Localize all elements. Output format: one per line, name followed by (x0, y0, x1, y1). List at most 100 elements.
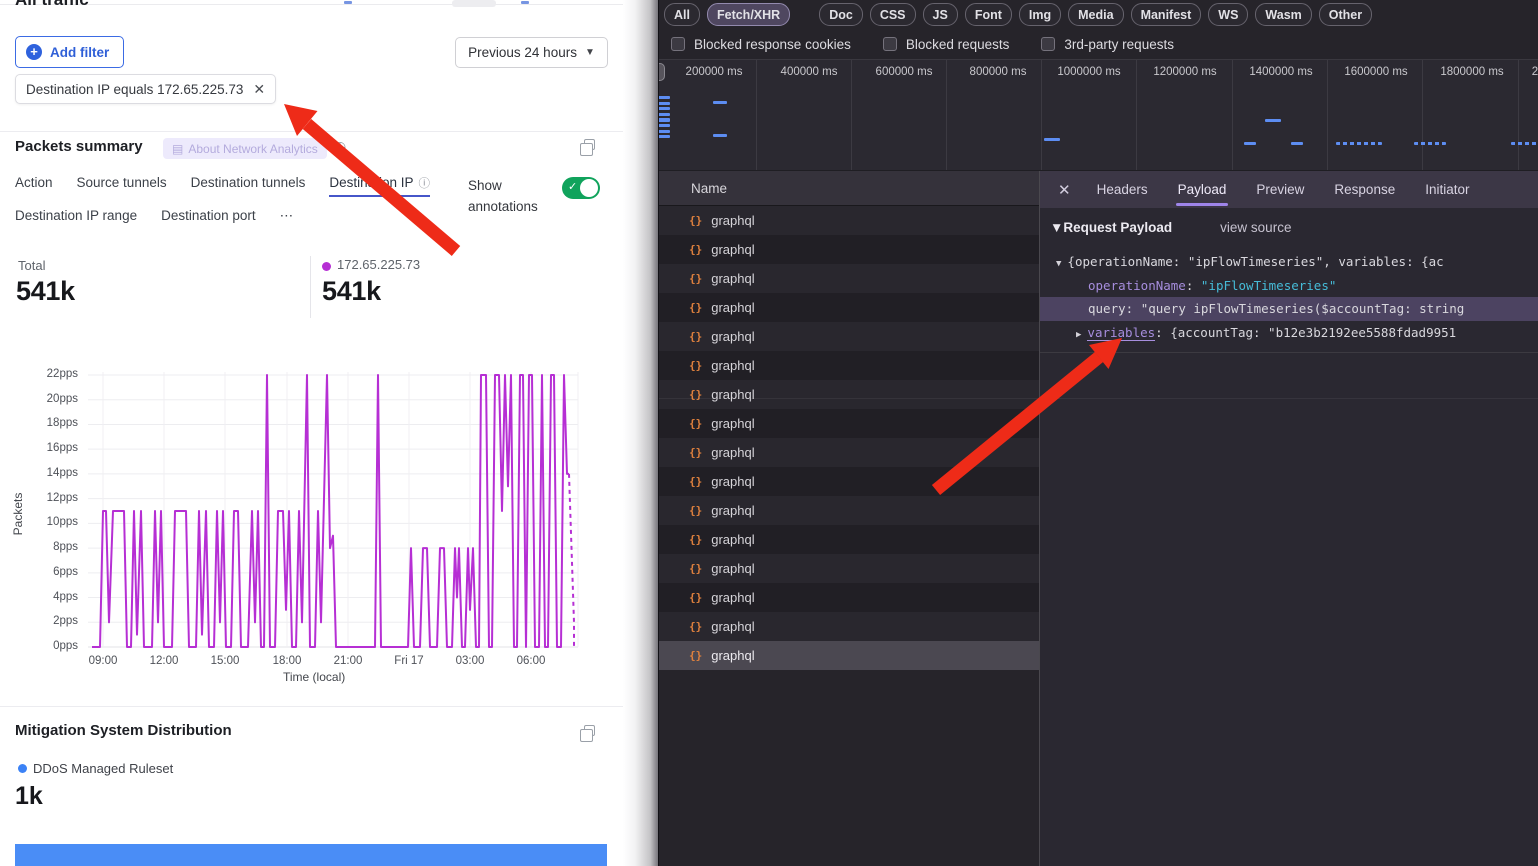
packets-summary-title: Packets summary (15, 138, 143, 155)
tab--[interactable]: ⋯ (280, 208, 294, 230)
request-row[interactable]: {}graphql (659, 583, 1039, 612)
timeline-gridline (1518, 60, 1519, 170)
filter-pill-js[interactable]: JS (923, 3, 958, 26)
detail-tabbar: ✕ Headers Payload Preview Response Initiator (1040, 171, 1538, 208)
checkbox-item: 3rd-party requests (1041, 37, 1174, 52)
detail-tab-initiator[interactable]: Initiator (1423, 173, 1471, 206)
collapse-arrow-icon[interactable]: ▼ (1056, 259, 1061, 269)
expand-card-icon[interactable] (584, 139, 595, 150)
clock-icon[interactable]: ◷ (334, 138, 346, 155)
x-tick-label: 21:00 (323, 655, 373, 667)
close-icon[interactable]: ✕ (1058, 181, 1071, 199)
expand-arrow-icon[interactable]: ▶ (1076, 330, 1081, 340)
request-row[interactable]: {}graphql (659, 409, 1039, 438)
tab-source-tunnels[interactable]: Source tunnels (77, 175, 167, 197)
y-tick-label: 4pps (34, 591, 78, 603)
request-row[interactable]: {}graphql (659, 641, 1039, 670)
request-payload-header[interactable]: ▼Request Payload (1050, 220, 1172, 235)
filter-pill-other[interactable]: Other (1319, 3, 1372, 26)
waterfall-mark (659, 96, 670, 99)
tab-destination-tunnels[interactable]: Destination tunnels (191, 175, 306, 197)
filter-pill-doc[interactable]: Doc (819, 3, 863, 26)
show-annotations-label: Show annotations (468, 175, 560, 217)
json-icon: {} (689, 330, 702, 343)
request-row[interactable]: {}graphql (659, 322, 1039, 351)
close-icon[interactable]: ✕ (253, 81, 265, 98)
payload-line[interactable]: operationName: "ipFlowTimeseries" (1040, 274, 1538, 298)
timeline-tick-label: 2 (1532, 66, 1538, 78)
filter-pill-manifest[interactable]: Manifest (1131, 3, 1202, 26)
x-tick-label: 09:00 (78, 655, 128, 667)
request-row[interactable]: {}graphql (659, 554, 1039, 583)
expand-card-icon[interactable] (584, 725, 595, 736)
request-type-filters: All Fetch/XHR Doc CSS JS Font Img Media Manifest… (659, 0, 1538, 29)
detail-tab-payload[interactable]: Payload (1176, 173, 1229, 206)
payload-line[interactable]: ▶variables: {accountTag: "b12e3b2192ee55… (1040, 321, 1538, 345)
filter-pill-ws[interactable]: WS (1208, 3, 1248, 26)
request-row[interactable]: {}graphql (659, 380, 1039, 409)
filter-pill-font[interactable]: Font (965, 3, 1012, 26)
time-range-dropdown[interactable]: Previous 24 hours ▼ (455, 37, 608, 68)
show-annotations-toggle[interactable]: ✓ (562, 177, 600, 199)
checkbox-3rd-party-requests[interactable] (1041, 37, 1055, 51)
x-tick-label: 03:00 (445, 655, 495, 667)
request-row[interactable]: {}graphql (659, 206, 1039, 235)
view-source-link[interactable]: view source (1220, 220, 1291, 235)
request-row[interactable]: {}graphql (659, 293, 1039, 322)
tab-destination-ip[interactable]: Destination IPⓘ (329, 175, 430, 197)
chevron-down-icon: ▼ (585, 47, 595, 58)
payload-tree: ▼{operationName: "ipFlowTimeseries", var… (1040, 250, 1538, 344)
stat-total-label: Total (18, 258, 45, 273)
checkbox-blocked-requests[interactable] (883, 37, 897, 51)
add-filter-button[interactable]: + Add filter (15, 36, 124, 68)
waterfall-mark (659, 107, 670, 110)
request-row[interactable]: {}graphql (659, 351, 1039, 380)
request-row[interactable]: {}graphql (659, 525, 1039, 554)
checkbox-label: 3rd-party requests (1064, 37, 1174, 52)
info-icon: ⓘ (418, 178, 430, 190)
request-row[interactable]: {}graphql (659, 467, 1039, 496)
filter-pill-all[interactable]: All (664, 3, 700, 26)
detail-tab-headers[interactable]: Headers (1095, 173, 1150, 206)
plus-icon: + (26, 44, 42, 60)
packets-timeseries-chart[interactable]: Packets Time (local) 0pps2pps4pps6pps8pp… (0, 352, 623, 697)
tab-action[interactable]: Action (15, 175, 53, 197)
y-tick-label: 14pps (34, 467, 78, 479)
filter-pill-media[interactable]: Media (1068, 3, 1123, 26)
stat-ip-label: 172.65.225.73 (337, 257, 420, 272)
network-overview-timeline[interactable]: 200000 ms400000 ms600000 ms800000 ms1000… (659, 59, 1538, 171)
request-name: graphql (711, 416, 754, 431)
about-network-analytics-badge[interactable]: ▤ About Network Analytics (163, 138, 327, 159)
filter-pill-img[interactable]: Img (1019, 3, 1061, 26)
distribution-bar[interactable] (15, 844, 607, 866)
request-name: graphql (711, 503, 754, 518)
payload-line[interactable]: ▼{operationName: "ipFlowTimeseries", var… (1040, 250, 1538, 274)
json-icon: {} (689, 562, 702, 575)
request-row[interactable]: {}graphql (659, 612, 1039, 641)
filter-pill-css[interactable]: CSS (870, 3, 916, 26)
timeline-gridline (1041, 60, 1042, 170)
y-tick-label: 12pps (34, 492, 78, 504)
name-column-header[interactable]: Name (659, 171, 1039, 206)
request-row[interactable]: {}graphql (659, 235, 1039, 264)
checkbox-blocked-response-cookies[interactable] (671, 37, 685, 51)
timeline-gridline (1422, 60, 1423, 170)
clipped-toolbar-fragment (452, 0, 496, 7)
tab-destination-ip-range[interactable]: Destination IP range (15, 208, 137, 230)
request-row[interactable]: {}graphql (659, 264, 1039, 293)
filter-pill-fetch-xhr[interactable]: Fetch/XHR (707, 3, 790, 26)
detail-tab-preview[interactable]: Preview (1254, 173, 1306, 206)
request-detail-panel: ✕ Headers Payload Preview Response Initiator… (1039, 171, 1538, 866)
detail-tab-response[interactable]: Response (1332, 173, 1397, 206)
timeline-tick-label: 1000000 ms (1057, 66, 1120, 78)
filter-pill-wasm[interactable]: Wasm (1255, 3, 1311, 26)
request-row[interactable]: {}graphql (659, 496, 1039, 525)
filter-chip[interactable]: Destination IP equals 172.65.225.73 ✕ (15, 74, 276, 104)
json-icon: {} (689, 620, 702, 633)
tab-destination-port[interactable]: Destination port (161, 208, 256, 230)
request-row[interactable]: {}graphql (659, 438, 1039, 467)
json-icon: {} (689, 243, 702, 256)
waterfall-mark (659, 113, 670, 116)
payload-line[interactable]: query: "query ipFlowTimeseries($accountT… (1040, 297, 1538, 321)
requests-list-panel: Name {}graphql{}graphql{}graphql{}graphq… (659, 171, 1039, 866)
